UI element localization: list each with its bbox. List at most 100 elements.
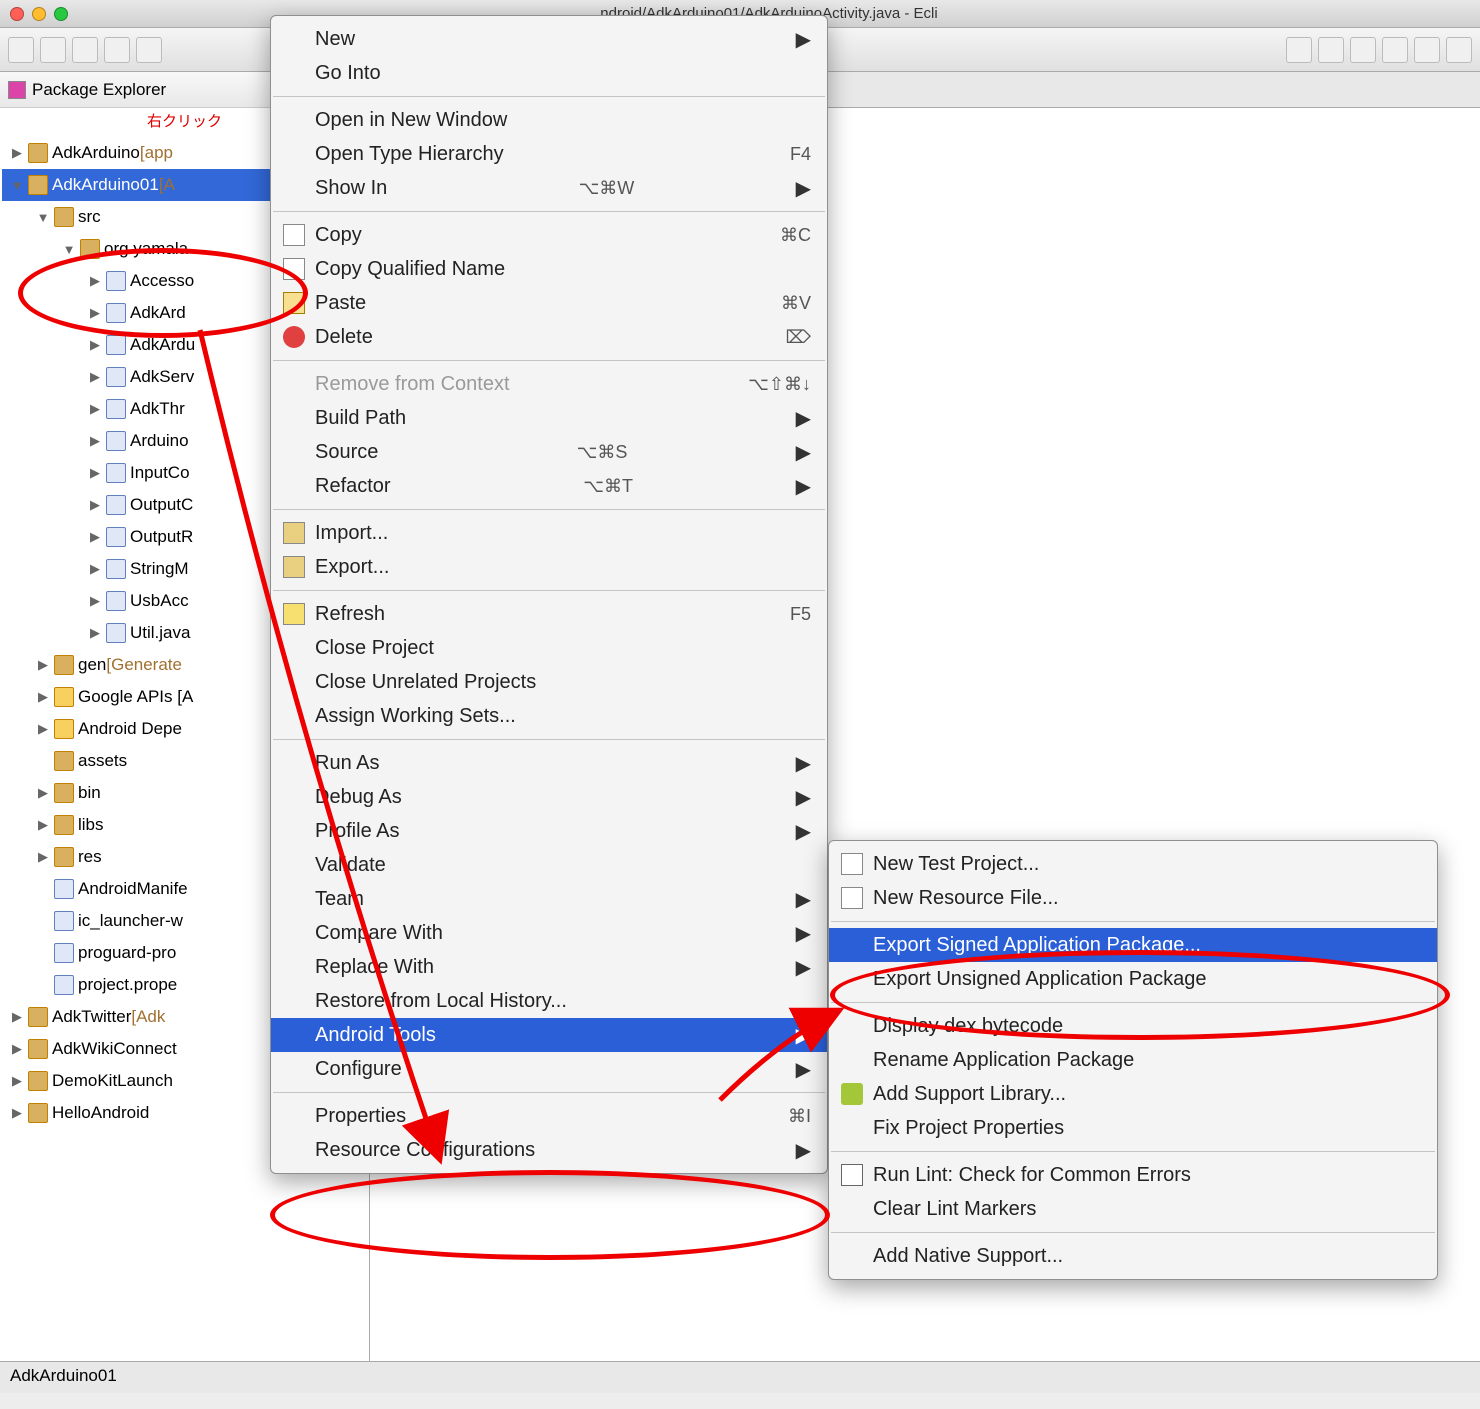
tree-twisty-icon[interactable]: ▶	[88, 369, 102, 385]
tree-twisty-icon[interactable]: ▶	[88, 561, 102, 577]
tree-twisty-icon[interactable]: ▶	[88, 465, 102, 481]
context-menu-item[interactable]: Source⌥⌘S▶	[271, 435, 827, 469]
context-menu-item[interactable]: Close Unrelated Projects	[271, 665, 827, 699]
tree-twisty-icon[interactable]: ▶	[88, 337, 102, 353]
context-menu-item[interactable]: Assign Working Sets...	[271, 699, 827, 733]
toolbar-button[interactable]	[40, 37, 66, 63]
context-menu-item[interactable]: Open in New Window	[271, 103, 827, 137]
context-menu-item[interactable]: Compare With▶	[271, 916, 827, 950]
toolbar-button[interactable]	[1350, 37, 1376, 63]
close-window-button[interactable]	[10, 7, 24, 21]
context-menu-item[interactable]: Validate	[271, 848, 827, 882]
tree-twisty-icon[interactable]: ▶	[88, 593, 102, 609]
toolbar-button[interactable]	[136, 37, 162, 63]
context-menu-item[interactable]: Export...	[271, 550, 827, 584]
android-tools-submenu[interactable]: New Test Project...New Resource File... E…	[828, 840, 1438, 1280]
submenu-item[interactable]: Rename Application Package	[829, 1043, 1437, 1077]
tree-twisty-icon[interactable]: ▶	[10, 145, 24, 161]
submenu-item[interactable]: Run Lint: Check for Common Errors	[829, 1158, 1437, 1192]
tree-twisty-icon[interactable]: ▶	[88, 433, 102, 449]
menu-item-label: Clear Lint Markers	[873, 1198, 1036, 1221]
context-menu-item[interactable]: Open Type HierarchyF4	[271, 137, 827, 171]
tree-item-label: gen	[78, 655, 106, 675]
context-menu-item[interactable]: Run As▶	[271, 746, 827, 780]
tree-twisty-icon[interactable]: ▼	[10, 178, 24, 193]
tree-item-label: Accesso	[130, 271, 194, 291]
menu-item-label: Refresh	[315, 603, 385, 626]
tree-twisty-icon[interactable]: ▶	[88, 529, 102, 545]
context-menu-item[interactable]: Restore from Local History...	[271, 984, 827, 1018]
context-menu-item[interactable]: Go Into	[271, 56, 827, 90]
file-icon	[106, 623, 126, 643]
context-menu-item[interactable]: Profile As▶	[271, 814, 827, 848]
submenu-item[interactable]: Add Native Support...	[829, 1239, 1437, 1273]
menu-shortcut: ⌘V	[751, 293, 811, 314]
tree-twisty-icon[interactable]: ▶	[88, 497, 102, 513]
menu-item-label: Open in New Window	[315, 109, 507, 132]
tree-twisty-icon[interactable]: ▶	[36, 657, 50, 673]
file-icon	[54, 911, 74, 931]
tree-twisty-icon[interactable]: ▶	[88, 273, 102, 289]
context-menu-item[interactable]: Refactor⌥⌘T▶	[271, 469, 827, 503]
context-menu[interactable]: New▶Go Into Open in New Window Open Type H…	[270, 15, 828, 1174]
context-menu-item[interactable]: Replace With▶	[271, 950, 827, 984]
context-menu-item[interactable]: Copy⌘C	[271, 218, 827, 252]
context-menu-item[interactable]: Resource Configurations▶	[271, 1133, 827, 1167]
tree-twisty-icon[interactable]: ▶	[10, 1073, 24, 1089]
submenu-item[interactable]: Add Support Library...	[829, 1077, 1437, 1111]
submenu-item[interactable]: Fix Project Properties	[829, 1111, 1437, 1145]
tree-twisty-icon[interactable]: ▶	[36, 785, 50, 801]
context-menu-item[interactable]: Delete⌦	[271, 320, 827, 354]
context-menu-item[interactable]: Configure▶	[271, 1052, 827, 1086]
toolbar-button[interactable]	[1318, 37, 1344, 63]
tree-twisty-icon[interactable]: ▼	[62, 242, 76, 257]
context-menu-item[interactable]: Properties⌘I	[271, 1099, 827, 1133]
submenu-arrow-icon: ▶	[796, 1138, 811, 1163]
minimize-window-button[interactable]	[32, 7, 46, 21]
menu-separator	[273, 96, 825, 97]
tree-item-label: bin	[78, 783, 101, 803]
context-menu-item[interactable]: Copy Qualified Name	[271, 252, 827, 286]
tree-twisty-icon[interactable]: ▶	[36, 817, 50, 833]
submenu-item[interactable]: Export Unsigned Application Package	[829, 962, 1437, 996]
context-menu-item[interactable]: Build Path▶	[271, 401, 827, 435]
toolbar-button[interactable]	[72, 37, 98, 63]
tree-twisty-icon[interactable]: ▶	[88, 401, 102, 417]
file-icon	[54, 207, 74, 227]
submenu-item[interactable]: New Resource File...	[829, 881, 1437, 915]
context-menu-item[interactable]: Android Tools▶	[271, 1018, 827, 1052]
tree-twisty-icon[interactable]: ▶	[36, 721, 50, 737]
tree-twisty-icon[interactable]: ▼	[36, 210, 50, 225]
context-menu-item[interactable]: Show In⌥⌘W▶	[271, 171, 827, 205]
toolbar-button[interactable]	[1446, 37, 1472, 63]
context-menu-item[interactable]: Paste⌘V	[271, 286, 827, 320]
traffic-lights	[10, 7, 68, 21]
context-menu-item[interactable]: Debug As▶	[271, 780, 827, 814]
context-menu-item[interactable]: Close Project	[271, 631, 827, 665]
tree-twisty-icon[interactable]: ▶	[88, 625, 102, 641]
toolbar-button[interactable]	[104, 37, 130, 63]
toolbar-button[interactable]	[1414, 37, 1440, 63]
submenu-item[interactable]: Display dex bytecode	[829, 1009, 1437, 1043]
context-menu-item[interactable]: Team▶	[271, 882, 827, 916]
zoom-window-button[interactable]	[54, 7, 68, 21]
toolbar-button[interactable]	[1382, 37, 1408, 63]
tree-twisty-icon[interactable]: ▶	[36, 689, 50, 705]
submenu-item[interactable]: New Test Project...	[829, 847, 1437, 881]
context-menu-item[interactable]: Import...	[271, 516, 827, 550]
tree-twisty-icon[interactable]: ▶	[36, 849, 50, 865]
file-icon	[80, 239, 100, 259]
context-menu-item[interactable]: New▶	[271, 22, 827, 56]
menu-separator	[831, 1002, 1435, 1003]
submenu-arrow-icon: ▶	[796, 406, 811, 431]
tree-twisty-icon[interactable]: ▶	[10, 1105, 24, 1121]
tree-twisty-icon[interactable]: ▶	[10, 1009, 24, 1025]
menu-item-label: Remove from Context	[315, 373, 510, 396]
context-menu-item[interactable]: RefreshF5	[271, 597, 827, 631]
toolbar-button[interactable]	[1286, 37, 1312, 63]
submenu-item[interactable]: Export Signed Application Package...	[829, 928, 1437, 962]
toolbar-button[interactable]	[8, 37, 34, 63]
tree-twisty-icon[interactable]: ▶	[10, 1041, 24, 1057]
submenu-item[interactable]: Clear Lint Markers	[829, 1192, 1437, 1226]
tree-twisty-icon[interactable]: ▶	[88, 305, 102, 321]
